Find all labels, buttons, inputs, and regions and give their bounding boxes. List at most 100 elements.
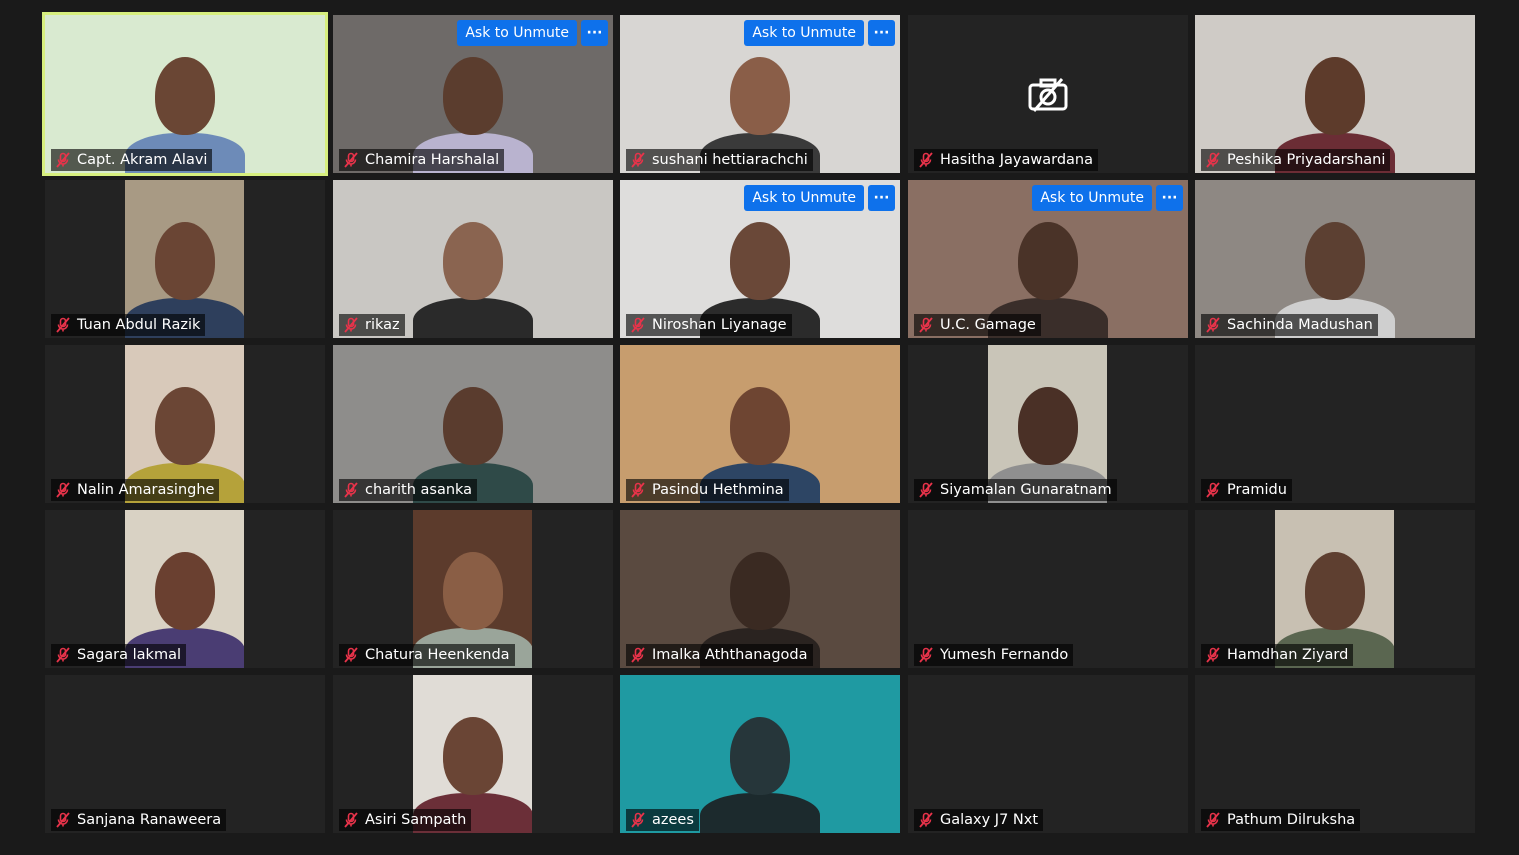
more-options-button[interactable]: ··· bbox=[868, 185, 895, 211]
participant-name-bar: Pathum Dilruksha bbox=[1201, 809, 1361, 831]
participant-tile[interactable]: Pramidu bbox=[1195, 345, 1475, 503]
participant-name: rikaz bbox=[365, 317, 400, 333]
participant-name-bar: Hasitha Jayawardana bbox=[914, 149, 1098, 171]
participant-tile[interactable]: Ask to Unmute ··· Chamira Harshalal bbox=[333, 15, 613, 173]
participant-name: Imalka Aththanagoda bbox=[652, 647, 808, 663]
participant-name: Tuan Abdul Razik bbox=[77, 317, 201, 333]
participant-name-bar: Peshika Priyadarshani bbox=[1201, 149, 1391, 171]
participant-tile[interactable]: Tuan Abdul Razik bbox=[45, 180, 325, 338]
mic-muted-icon bbox=[630, 647, 646, 663]
participant-name-bar: rikaz bbox=[339, 314, 405, 336]
participant-silhouette-head bbox=[154, 222, 215, 300]
participant-tile[interactable]: azees bbox=[620, 675, 900, 833]
participant-name-bar: Asiri Sampath bbox=[339, 809, 472, 831]
participant-tile[interactable]: Pasindu Hethmina bbox=[620, 345, 900, 503]
more-options-button[interactable]: ··· bbox=[581, 20, 608, 46]
participant-tile[interactable]: Hasitha Jayawardana bbox=[908, 15, 1188, 173]
participant-name: Pathum Dilruksha bbox=[1227, 812, 1356, 828]
participant-name: Hamdhan Ziyard bbox=[1227, 647, 1349, 663]
participant-silhouette-head bbox=[730, 387, 790, 465]
video-gallery: Capt. Akram Alavi Ask to Unmute ··· Chamira… bbox=[0, 0, 1519, 855]
participant-name: Sachinda Madushan bbox=[1227, 317, 1373, 333]
participant-name-bar: Capt. Akram Alavi bbox=[51, 149, 213, 171]
mic-muted-icon bbox=[1205, 482, 1221, 498]
participant-silhouette-head bbox=[1017, 387, 1078, 465]
more-options-button[interactable]: ··· bbox=[1156, 185, 1183, 211]
mic-muted-icon bbox=[918, 317, 934, 333]
participant-name-bar: Sachinda Madushan bbox=[1201, 314, 1378, 336]
mic-muted-icon bbox=[1205, 317, 1221, 333]
participant-tile[interactable]: Pathum Dilruksha bbox=[1195, 675, 1475, 833]
participant-silhouette-head bbox=[1018, 222, 1078, 300]
participant-name-bar: Pasindu Hethmina bbox=[626, 479, 789, 501]
participant-name: Sanjana Ranaweera bbox=[77, 812, 222, 828]
mic-muted-icon bbox=[1205, 152, 1221, 168]
participant-name: Siyamalan Gunaratnam bbox=[940, 482, 1112, 498]
participant-name-bar: Chamira Harshalal bbox=[339, 149, 505, 171]
participant-name: Hasitha Jayawardana bbox=[940, 152, 1093, 168]
mic-muted-icon bbox=[1205, 647, 1221, 663]
participant-name-bar: U.C. Gamage bbox=[914, 314, 1041, 336]
participant-silhouette-head bbox=[730, 57, 790, 135]
mic-muted-icon bbox=[55, 152, 71, 168]
participant-name: Nalin Amarasinghe bbox=[77, 482, 215, 498]
participant-tile[interactable]: Peshika Priyadarshani bbox=[1195, 15, 1475, 173]
mic-muted-icon bbox=[630, 482, 646, 498]
participant-name-bar: Siyamalan Gunaratnam bbox=[914, 479, 1117, 501]
participant-name: Niroshan Liyanage bbox=[652, 317, 787, 333]
participant-name: Peshika Priyadarshani bbox=[1227, 152, 1386, 168]
participant-tile[interactable]: Ask to Unmute ··· Niroshan Liyanage bbox=[620, 180, 900, 338]
participant-name-bar: charith asanka bbox=[339, 479, 478, 501]
ask-to-unmute-button[interactable]: Ask to Unmute bbox=[744, 185, 864, 211]
participant-tile[interactable]: Nalin Amarasinghe bbox=[45, 345, 325, 503]
participant-tile[interactable]: Sachinda Madushan bbox=[1195, 180, 1475, 338]
participant-tile[interactable]: Sagara lakmal bbox=[45, 510, 325, 668]
mic-muted-icon bbox=[630, 152, 646, 168]
participant-silhouette-head bbox=[443, 222, 503, 300]
participant-silhouette-body bbox=[413, 298, 533, 338]
participant-name-bar: sushani hettiarachchi bbox=[626, 149, 813, 171]
participant-silhouette-head bbox=[442, 552, 503, 630]
participant-tile[interactable]: Sanjana Ranaweera bbox=[45, 675, 325, 833]
participant-tile[interactable]: Asiri Sampath bbox=[333, 675, 613, 833]
participant-name: sushani hettiarachchi bbox=[652, 152, 808, 168]
participant-tile[interactable]: rikaz bbox=[333, 180, 613, 338]
mic-muted-icon bbox=[1205, 812, 1221, 828]
ask-to-unmute-button[interactable]: Ask to Unmute bbox=[744, 20, 864, 46]
participant-silhouette-head bbox=[154, 552, 215, 630]
participant-name-bar: Nalin Amarasinghe bbox=[51, 479, 220, 501]
participant-name: Pasindu Hethmina bbox=[652, 482, 784, 498]
mic-muted-icon bbox=[343, 812, 359, 828]
participant-tile[interactable]: Ask to Unmute ··· sushani hettiarachchi bbox=[620, 15, 900, 173]
participant-tile[interactable]: charith asanka bbox=[333, 345, 613, 503]
participant-name: Sagara lakmal bbox=[77, 647, 181, 663]
mic-muted-icon bbox=[918, 812, 934, 828]
participant-name: Asiri Sampath bbox=[365, 812, 467, 828]
participant-name: Galaxy J7 Nxt bbox=[940, 812, 1039, 828]
participant-name-bar: Imalka Aththanagoda bbox=[626, 644, 813, 666]
participant-name-bar: azees bbox=[626, 809, 699, 831]
participant-name: Pramidu bbox=[1227, 482, 1287, 498]
participant-name: charith asanka bbox=[365, 482, 473, 498]
participant-name: azees bbox=[652, 812, 694, 828]
participant-tile[interactable]: Hamdhan Ziyard bbox=[1195, 510, 1475, 668]
mic-muted-icon bbox=[918, 647, 934, 663]
participant-silhouette-head bbox=[730, 552, 790, 630]
participant-tile[interactable]: Ask to Unmute ··· U.C. Gamage bbox=[908, 180, 1188, 338]
mic-muted-icon bbox=[55, 812, 71, 828]
ask-to-unmute-button[interactable]: Ask to Unmute bbox=[1032, 185, 1152, 211]
participant-tile[interactable]: Chatura Heenkenda bbox=[333, 510, 613, 668]
more-options-button[interactable]: ··· bbox=[868, 20, 895, 46]
mic-muted-icon bbox=[918, 152, 934, 168]
participant-name-bar: Chatura Heenkenda bbox=[339, 644, 515, 666]
participant-tile[interactable]: Galaxy J7 Nxt bbox=[908, 675, 1188, 833]
participant-silhouette-head bbox=[443, 57, 503, 135]
participant-silhouette-head bbox=[730, 222, 790, 300]
participant-name: Chamira Harshalal bbox=[365, 152, 500, 168]
participant-tile[interactable]: Capt. Akram Alavi bbox=[42, 12, 328, 176]
participant-tile[interactable]: Siyamalan Gunaratnam bbox=[908, 345, 1188, 503]
participant-tile[interactable]: Yumesh Fernando bbox=[908, 510, 1188, 668]
participant-tile[interactable]: Imalka Aththanagoda bbox=[620, 510, 900, 668]
participant-name-bar: Galaxy J7 Nxt bbox=[914, 809, 1044, 831]
ask-to-unmute-button[interactable]: Ask to Unmute bbox=[457, 20, 577, 46]
